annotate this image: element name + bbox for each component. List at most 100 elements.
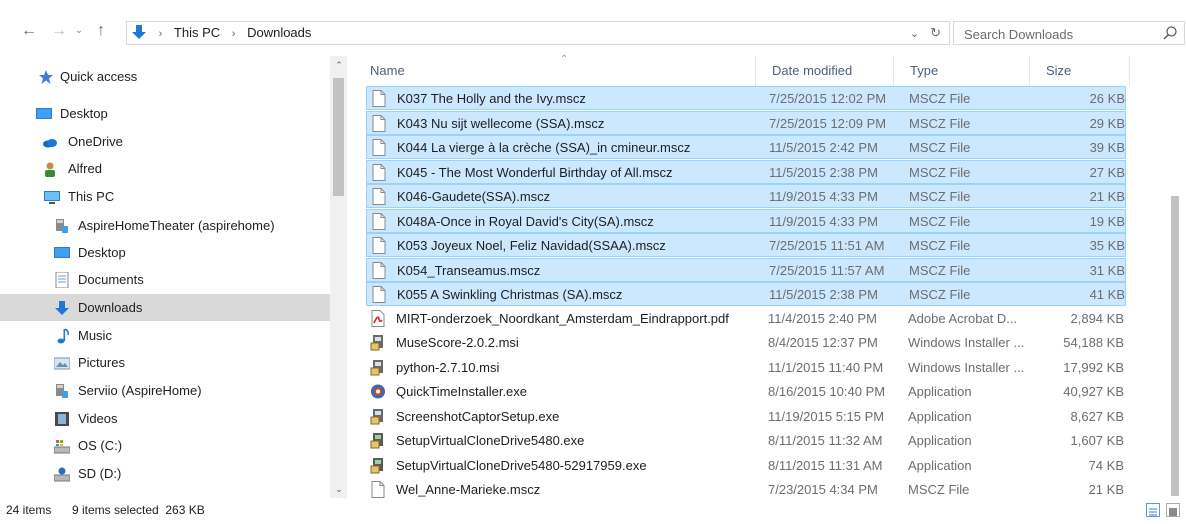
document-icon [371,237,387,254]
details-view-icon[interactable] [1146,503,1160,517]
file-row[interactable]: MuseScore-2.0.2.msi 8/4/2015 12:37 PM Wind… [366,331,1126,355]
nav-desktop[interactable]: Desktop [0,100,330,127]
file-type: Application [908,457,972,473]
file-size: 1,607 KB [1070,433,1125,448]
file-size: 27 KB [1089,164,1125,180]
file-list: K037 The Holly and the Ivy.mscz 7/25/2015… [354,86,1140,498]
file-name: SetupVirtualCloneDrive5480.exe [396,433,585,448]
breadcrumb-downloads[interactable]: Downloads [247,24,311,42]
nav-os-c[interactable]: OS (C:) [0,432,330,459]
file-row[interactable]: K046-Gaudete(SSA).mscz 11/9/2015 4:33 PM M… [366,184,1126,208]
file-type: Application [908,408,972,424]
file-name: K054_Transeamus.mscz [397,262,541,278]
file-row[interactable]: K043 Nu sijt wellecome (SSA).mscz 7/25/20… [366,110,1126,135]
address-dropdown-icon[interactable]: ⌄ [910,28,919,40]
column-header-date[interactable]: Date modified [756,56,894,86]
file-date-modified: 7/25/2015 12:02 PM [769,91,887,106]
file-row[interactable]: SetupVirtualCloneDrive5480-52917959.exe 8… [366,454,1126,478]
nav-pictures[interactable]: Pictures [0,349,330,376]
file-type: MSCZ File [909,164,971,180]
file-type: Windows Installer ... [908,335,1025,350]
file-row[interactable]: K054_Transeamus.mscz 7/25/2015 11:57 AM MS… [366,257,1126,282]
download-arrow-icon [131,24,147,40]
nav-quick-access[interactable]: Quick access [0,63,330,90]
up-arrow-icon[interactable]: ↑ [90,20,112,42]
file-row[interactable]: QuickTimeInstaller.exe 8/16/2015 10:40 PM… [366,380,1126,404]
nav-alfred[interactable]: Alfred [0,155,330,182]
nav-serviio[interactable]: Serviio (AspireHome) [0,377,330,404]
drive-icon [54,467,70,482]
search-icon[interactable] [1162,25,1178,41]
file-name: K046-Gaudete(SSA).mscz [397,189,551,204]
file-row[interactable]: ScreenshotCaptorSetup.exe 11/19/2015 5:15… [366,405,1126,429]
file-list-scrollbar[interactable] [1166,56,1183,498]
document-icon [371,286,387,303]
column-header-label: Date modified [772,63,853,78]
nav-item-label: Desktop [60,106,108,121]
scroll-down-chevron-icon[interactable]: ⌄ [334,484,344,494]
refresh-icon[interactable]: ↻ [930,25,941,40]
file-type: MSCZ File [909,262,971,278]
file-type: MSCZ File [909,238,971,253]
navigation-pane: Quick access Desktop OneDrive Alfred Thi… [0,56,354,498]
nav-aspirehometheater[interactable]: AspireHomeTheater (aspirehome) [0,212,330,239]
forward-arrow-icon[interactable]: → [48,20,70,42]
nav-documents[interactable]: Documents [0,266,330,293]
file-name: python-2.7.10.msi [396,359,500,375]
file-list-scrollbar-thumb[interactable] [1171,196,1179,496]
address-bar: ← → ⌄ ↑ › This PC › Downloads ⌄ ↻ [0,0,1186,50]
nav-desktop-2[interactable]: Desktop [0,239,330,266]
file-row[interactable]: K055 A Swinkling Christmas (SA).mscz 11/5… [366,282,1126,306]
column-header-name[interactable]: Name ⌃ [354,54,756,86]
file-size: 40,927 KB [1063,384,1124,399]
nav-music[interactable]: Music [0,322,330,349]
file-row[interactable]: K037 The Holly and the Ivy.mscz 7/25/2015… [366,86,1126,110]
column-header-size[interactable]: Size [1030,56,1130,86]
desktop-icon [54,247,70,258]
file-row[interactable]: python-2.7.10.msi 11/1/2015 11:40 PM Windo… [366,356,1126,380]
file-row[interactable]: K048A-Once in Royal David's City(SA).msc… [366,208,1126,233]
nav-sd-d[interactable]: SD (D:) [0,460,330,487]
nav-videos[interactable]: Videos [0,405,330,432]
breadcrumb-separator-icon: › [158,28,163,40]
file-row[interactable]: SetupVirtualCloneDrive5480.exe 8/11/2015 … [366,429,1126,453]
file-date-modified: 7/25/2015 11:51 AM [769,238,885,253]
nav-item-label: Serviio (AspireHome) [78,383,202,398]
large-icons-view-icon[interactable] [1166,503,1180,517]
file-row[interactable]: K044 La vierge à la crèche (SSA)_in cmin… [366,135,1126,159]
column-header-type[interactable]: Type [894,56,1030,86]
file-name: MuseScore-2.0.2.msi [396,335,519,350]
nav-item-label: Desktop [78,245,126,260]
recent-locations-chevron-icon[interactable]: ⌄ [72,20,86,42]
search-box[interactable] [953,21,1185,45]
breadcrumb-this-pc[interactable]: This PC [174,24,220,42]
file-size: 21 KB [1088,482,1124,497]
item-count: 24 items [6,503,52,517]
address-controls: ⌄ ↻ [910,24,941,43]
file-date-modified: 11/5/2015 2:38 PM [769,287,878,302]
file-date-modified: 8/16/2015 10:40 PM [768,384,886,399]
documents-icon [55,272,69,288]
file-date-modified: 11/1/2015 11:40 PM [768,359,884,375]
nav-scrollbar-thumb[interactable] [333,78,344,196]
nav-this-pc[interactable]: This PC [0,183,330,210]
document-icon [371,139,387,156]
nav-downloads[interactable]: Downloads [0,294,330,321]
file-type: Adobe Acrobat D... [908,310,1018,326]
file-size: 21 KB [1089,189,1125,204]
file-row[interactable]: MIRT-onderzoek_Noordkant_Amsterdam_Eindr… [366,307,1126,331]
file-name: QuickTimeInstaller.exe [396,384,528,399]
nav-item-label: Pictures [78,355,125,370]
back-arrow-icon[interactable]: ← [18,20,40,42]
scroll-up-chevron-icon[interactable]: ⌃ [334,60,344,70]
address-box[interactable]: › This PC › Downloads ⌄ ↻ [126,21,950,45]
file-row[interactable]: K053 Joyeux Noel, Feliz Navidad(SSAA).ms… [366,233,1126,257]
search-input[interactable] [962,24,1156,44]
nav-onedrive[interactable]: OneDrive [0,128,330,155]
file-row[interactable]: K045 - The Most Wonderful Birthday of Al… [366,159,1126,184]
nav-scrollbar[interactable]: ⌃ ⌄ [330,56,347,498]
file-size: 29 KB [1089,115,1125,131]
file-row[interactable]: Wel_Anne-Marieke.mscz 7/23/2015 4:34 PM MS… [366,478,1126,502]
selection-summary: 9 items selected 263 KB [72,503,205,517]
file-name: Wel_Anne-Marieke.mscz [396,482,541,497]
